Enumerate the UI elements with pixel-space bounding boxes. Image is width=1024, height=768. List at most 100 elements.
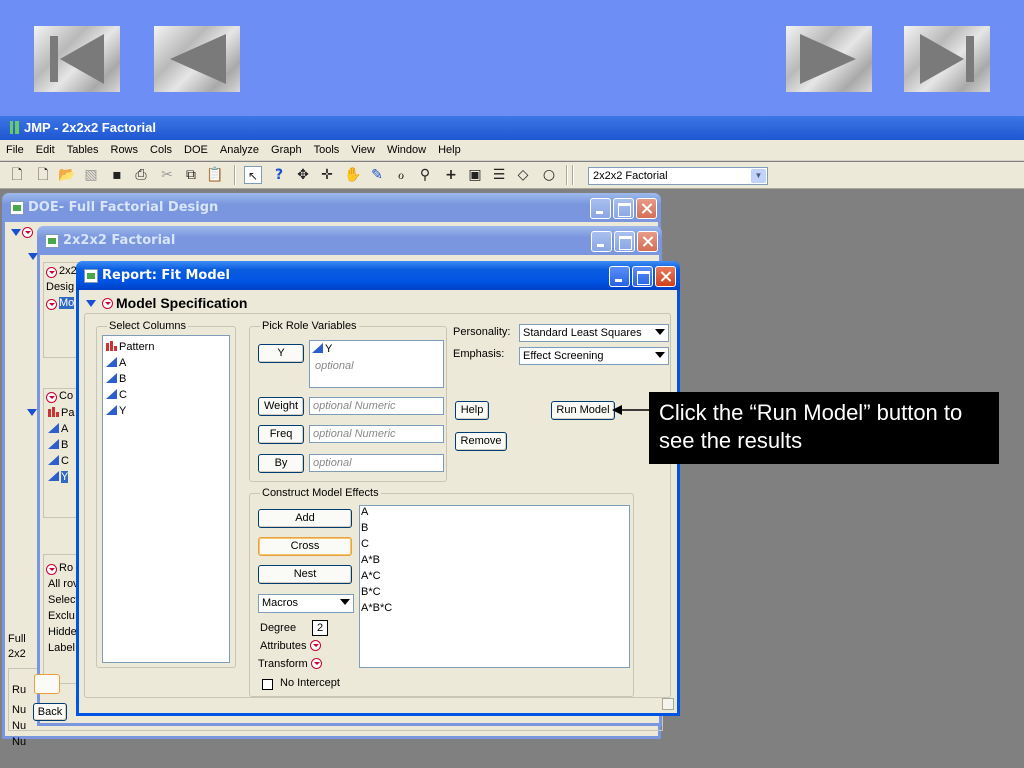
data-table-select[interactable]: 2x2x2 Factorial ▼ [588,167,768,185]
minimize-button[interactable] [609,266,630,287]
maximize-button[interactable] [614,231,635,252]
emphasis-select[interactable]: Effect Screening [519,347,669,365]
menu-window[interactable]: Window [387,144,426,156]
menu-analyze[interactable]: Analyze [220,144,259,156]
import-icon[interactable]: ▧ [82,166,100,184]
help-tool-icon[interactable]: ? [270,166,288,184]
save-icon[interactable]: ▪ [108,166,126,184]
macros-select[interactable]: Macros [258,594,354,613]
y-role-listbox[interactable]: Y optional [309,340,444,388]
effect-item[interactable]: A*B*C [361,602,392,614]
new-file-icon[interactable]: 🗋 [34,166,52,184]
column-item[interactable]: B [48,439,68,451]
help-button[interactable]: Help [455,401,489,420]
red-triangle-menu-icon[interactable] [46,267,57,278]
close-button[interactable] [655,266,676,287]
paste-icon[interactable]: 📋 [206,166,224,184]
column-item[interactable]: Pa [48,407,74,419]
arrow-tool-icon[interactable]: ↖ [244,166,262,184]
crosshair-plus-icon[interactable]: + [442,166,460,184]
weight-role-field[interactable]: optional Numeric [309,397,444,415]
by-role-field[interactable]: optional [309,454,444,472]
personality-select[interactable]: Standard Least Squares [519,324,669,342]
column-item[interactable]: Y [106,405,126,417]
red-triangle-menu-icon[interactable] [22,227,33,238]
menu-rows[interactable]: Rows [111,144,139,156]
disclosure-triangle-icon[interactable] [86,300,96,307]
disclosure-triangle-icon[interactable] [27,409,37,416]
first-slide-button[interactable] [34,26,120,92]
freq-role-button[interactable]: Freq [258,425,304,444]
menu-tools[interactable]: Tools [314,144,340,156]
line-tool-icon[interactable]: ☰ [490,166,508,184]
add-button[interactable]: Add [258,509,352,528]
disclosure-triangle-icon[interactable] [11,229,21,236]
open-folder-icon[interactable]: 📂 [58,166,76,184]
back-button[interactable]: Back [33,703,67,721]
no-intercept-checkbox[interactable] [262,679,273,690]
y-role-item[interactable]: Y [312,343,332,355]
close-button[interactable] [636,198,657,219]
column-item[interactable]: Pattern [106,341,154,353]
minimize-button[interactable] [590,198,611,219]
cross-button[interactable]: Cross [258,537,352,556]
copy-icon[interactable]: ⧉ [182,166,200,184]
red-triangle-menu-icon[interactable] [46,299,57,310]
red-triangle-menu-icon[interactable] [46,564,57,575]
effect-item[interactable]: C [361,538,369,550]
brush-tool-icon[interactable]: ✎ [368,166,386,184]
freq-role-field[interactable]: optional Numeric [309,425,444,443]
new-document-icon[interactable]: 🗋 [8,166,26,184]
red-triangle-menu-icon[interactable] [102,298,113,309]
cut-icon[interactable]: ✂ [158,166,176,184]
annotate-tool-icon[interactable]: ▣ [466,166,484,184]
degree-field[interactable]: 2 [312,620,328,636]
menu-view[interactable]: View [351,144,375,156]
nest-button[interactable]: Nest [258,565,352,584]
menu-tables[interactable]: Tables [67,144,99,156]
menu-help[interactable]: Help [438,144,461,156]
transform-label[interactable]: Transform [258,658,322,670]
menu-edit[interactable]: Edit [36,144,55,156]
attributes-label[interactable]: Attributes [260,640,321,652]
selection-tool-icon[interactable]: ✥ [294,166,312,184]
column-item[interactable]: A [48,423,68,435]
crosshair-tool-icon[interactable]: ✛ [318,166,336,184]
maximize-button[interactable] [632,266,653,287]
menu-graph[interactable]: Graph [271,144,302,156]
model-script-item[interactable]: Mo [59,297,75,309]
menu-doe[interactable]: DOE [184,144,208,156]
column-item[interactable]: A [106,357,126,369]
columns-listbox[interactable]: Pattern A B C Y [102,335,230,663]
effect-item[interactable]: B [361,522,368,534]
red-triangle-menu-icon[interactable] [46,392,57,403]
polygon-tool-icon[interactable]: ◇ [514,166,532,184]
print-icon[interactable]: ⎙ [132,166,150,184]
weight-role-button[interactable]: Weight [258,397,304,416]
column-item[interactable]: C [106,389,127,401]
maximize-button[interactable] [613,198,634,219]
close-button[interactable] [637,231,658,252]
y-role-button[interactable]: Y [258,344,304,363]
minimize-button[interactable] [591,231,612,252]
next-slide-button[interactable] [786,26,872,92]
resize-grip-icon[interactable] [662,698,674,710]
menu-file[interactable]: File [6,144,24,156]
effect-item[interactable]: A [361,506,368,518]
disclosure-triangle-icon[interactable] [28,253,38,260]
column-item[interactable]: Y [48,471,69,483]
chevron-down-icon[interactable]: ▼ [751,169,766,183]
last-slide-button[interactable] [904,26,990,92]
model-effects-listbox[interactable]: A B C A*B A*C B*C A*B*C [359,505,630,668]
column-item[interactable]: C [48,455,69,467]
run-model-button[interactable]: Run Model [551,401,615,420]
column-item[interactable]: B [106,373,126,385]
previous-slide-button[interactable] [154,26,240,92]
hand-tool-icon[interactable]: ✋ [344,166,362,184]
effect-item[interactable]: A*C [361,570,381,582]
effect-item[interactable]: A*B [361,554,380,566]
magnifier-tool-icon[interactable]: ⚲ [416,166,434,184]
menu-cols[interactable]: Cols [150,144,172,156]
doe-hidden-button[interactable] [34,674,60,694]
oval-tool-icon[interactable]: ○ [540,166,558,184]
